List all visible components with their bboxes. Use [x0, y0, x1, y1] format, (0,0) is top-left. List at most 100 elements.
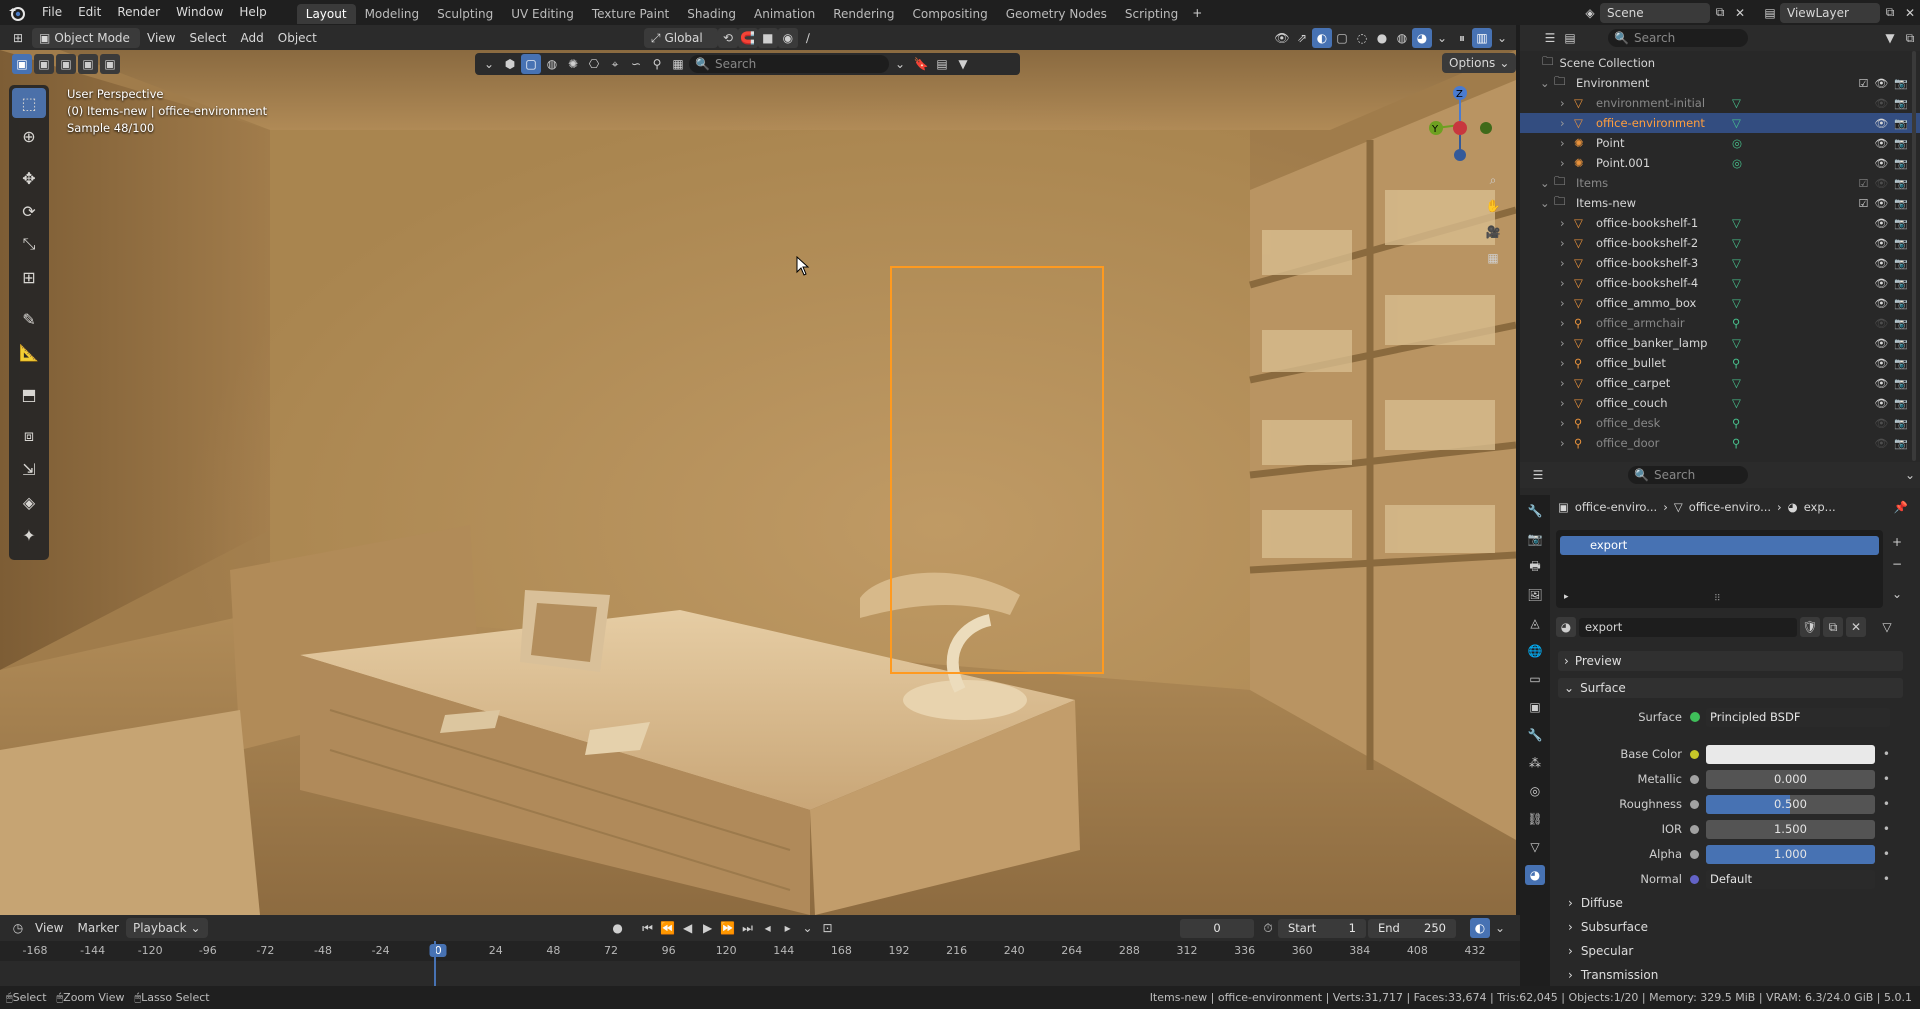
filter-dropdown-icon[interactable]: ⌄: [479, 54, 499, 74]
keying-set-icon[interactable]: ⊡: [818, 918, 838, 938]
mesh-data-icon[interactable]: ▽: [1732, 216, 1741, 230]
new-scene-icon[interactable]: ⧉: [1710, 3, 1730, 23]
hide-eye-icon[interactable]: 👁: [1874, 437, 1888, 450]
falloff-icon[interactable]: ∕: [798, 28, 818, 48]
push-pull-tool-icon[interactable]: ✦: [12, 520, 46, 550]
material-tab-icon[interactable]: ◕: [1525, 865, 1545, 885]
play-icon[interactable]: ▶: [698, 918, 718, 938]
viewport-search-input[interactable]: 🔍 Search: [689, 55, 889, 73]
scene-tab-icon[interactable]: ◬: [1525, 613, 1545, 633]
duplicate-material-icon[interactable]: ⧉: [1823, 617, 1843, 637]
armature-data-icon[interactable]: ⚲: [1732, 416, 1740, 430]
timeline-options-icon[interactable]: ⌄: [1490, 918, 1510, 938]
resize-handle-icon[interactable]: ⠿: [1714, 594, 1721, 604]
diffuse-section[interactable]: › Diffuse: [1568, 893, 1908, 913]
scale-tool-icon[interactable]: ⤡: [12, 229, 46, 259]
keyframe-dot-icon[interactable]: •: [1883, 797, 1890, 811]
new-collection-icon[interactable]: ⧉: [1900, 28, 1920, 48]
transmission-section[interactable]: › Transmission: [1568, 965, 1908, 985]
menu-window[interactable]: Window: [168, 0, 231, 25]
outliner-editor-icon[interactable]: ☰: [1540, 28, 1560, 48]
other-icon[interactable]: ▦: [668, 54, 688, 74]
keyframe-dot-icon[interactable]: •: [1883, 772, 1890, 786]
fake-user-icon[interactable]: 🛡: [1800, 617, 1820, 637]
output-tab-icon[interactable]: 🖶: [1525, 557, 1545, 577]
add-slot-icon[interactable]: +: [1887, 532, 1907, 552]
start-frame-field[interactable]: Start 1: [1278, 918, 1366, 938]
socket-icon[interactable]: [1690, 849, 1699, 859]
select-intersect-icon[interactable]: ▣: [100, 54, 120, 74]
outliner-row[interactable]: › ⚲ office_bullet ⚲ 👁 📷: [1520, 353, 1920, 373]
visibility-icon[interactable]: 👁: [1272, 28, 1292, 48]
remove-slot-icon[interactable]: −: [1887, 554, 1907, 574]
link-type-icon[interactable]: ▽: [1877, 617, 1897, 637]
render-camera-icon[interactable]: 📷: [1894, 157, 1908, 170]
outliner-row[interactable]: › ▽ office_couch ▽ 👁 📷: [1520, 393, 1920, 413]
socket-icon[interactable]: [1690, 749, 1699, 759]
menu-help[interactable]: Help: [231, 0, 274, 25]
render-camera-icon[interactable]: 📷: [1894, 377, 1908, 390]
outliner-row[interactable]: ⌄ 🗀 Items-new ☑ 👁 📷: [1520, 193, 1920, 213]
specular-section[interactable]: › Specular: [1568, 941, 1908, 961]
armature-data-icon[interactable]: ⚲: [1732, 436, 1740, 450]
scale-cage-tool-icon[interactable]: ⧈: [12, 421, 46, 451]
current-frame-field[interactable]: 0: [1180, 918, 1254, 938]
timeline-overlay-icon[interactable]: ◐: [1470, 918, 1490, 938]
preview-range-icon[interactable]: ⏱: [1258, 918, 1278, 938]
expand-chevron-icon[interactable]: ›: [1560, 236, 1574, 250]
pan-hand-icon[interactable]: ✋: [1483, 196, 1503, 216]
menu-select[interactable]: Select: [182, 28, 233, 48]
zoom-icon[interactable]: ⌕: [1483, 170, 1503, 190]
expand-chevron-icon[interactable]: ⌄: [1540, 176, 1554, 190]
hide-eye-icon[interactable]: 👁: [1874, 137, 1888, 150]
annotate-tool-icon[interactable]: ✎: [12, 304, 46, 334]
play-reverse-icon[interactable]: ◀: [678, 918, 698, 938]
expand-chevron-icon[interactable]: ›: [1560, 356, 1574, 370]
snap-target-icon[interactable]: ■: [757, 28, 778, 48]
hide-eye-icon[interactable]: 👁: [1874, 277, 1888, 290]
ior-field[interactable]: 1.500: [1706, 819, 1875, 839]
timeline-editor-icon[interactable]: ◷: [8, 918, 28, 938]
keyframe-dot-icon[interactable]: •: [1883, 822, 1890, 836]
scene-selector[interactable]: Scene: [1600, 2, 1710, 23]
properties-search-input[interactable]: 🔍 Search: [1628, 466, 1748, 484]
ortho-grid-icon[interactable]: ▦: [1483, 248, 1503, 268]
next-keyframe-icon[interactable]: ⏩: [718, 918, 738, 938]
unlink-material-icon[interactable]: ✕: [1846, 617, 1866, 637]
mesh-data-icon[interactable]: ▽: [1732, 396, 1741, 410]
hide-eye-icon[interactable]: 👁: [1874, 237, 1888, 250]
exclude-checkbox-icon[interactable]: ☑: [1858, 177, 1868, 190]
delete-scene-icon[interactable]: ✕: [1730, 3, 1750, 23]
shading-options-icon[interactable]: ⌄: [1432, 28, 1452, 48]
outliner-row[interactable]: › ▽ office_carpet ▽ 👁 📷: [1520, 373, 1920, 393]
render-camera-icon[interactable]: 📷: [1894, 77, 1908, 90]
chevron-down-icon[interactable]: ⌄: [1900, 465, 1920, 485]
overlays-icon[interactable]: ◐: [1312, 28, 1332, 48]
snap-icon[interactable]: 🧲: [737, 28, 758, 48]
timeline-menu-marker[interactable]: Marker: [70, 918, 125, 938]
armature-data-icon[interactable]: ⚲: [1732, 356, 1740, 370]
expand-chevron-icon[interactable]: ›: [1560, 376, 1574, 390]
measure-tool-icon[interactable]: 📐: [12, 337, 46, 367]
expand-chevron-icon[interactable]: ›: [1560, 316, 1574, 330]
expand-chevron-icon[interactable]: ›: [1560, 216, 1574, 230]
tab-uv-editing[interactable]: UV Editing: [502, 4, 583, 24]
sync-icon[interactable]: ⌄: [798, 918, 818, 938]
new-view-layer-icon[interactable]: ⧉: [1880, 3, 1900, 23]
alpha-field[interactable]: 1.000: [1706, 844, 1875, 864]
transform-tool-icon[interactable]: ⊞: [12, 262, 46, 292]
render-camera-icon[interactable]: 📷: [1894, 217, 1908, 230]
breadcrumb-object[interactable]: office-enviro...: [1575, 500, 1657, 514]
expand-chevron-icon[interactable]: ›: [1560, 436, 1574, 450]
tool-tab-icon[interactable]: 🔧: [1525, 501, 1545, 521]
shear-tool-icon[interactable]: ⇲: [12, 454, 46, 484]
hide-eye-icon[interactable]: 👁: [1874, 117, 1888, 130]
expand-chevron-icon[interactable]: ›: [1560, 116, 1574, 130]
exclude-checkbox-icon[interactable]: ☑: [1858, 77, 1868, 90]
hide-eye-icon[interactable]: 👁: [1874, 77, 1888, 90]
render-camera-icon[interactable]: 📷: [1894, 137, 1908, 150]
render-camera-icon[interactable]: 📷: [1894, 97, 1908, 110]
rendered-shading-icon[interactable]: ◕: [1412, 28, 1432, 48]
frame-ruler[interactable]: -168 -144 -120 -96 -72 -48 -24 0 24 48 72 96 120 144 1…: [0, 941, 1520, 961]
solid-shading-icon[interactable]: ●: [1372, 28, 1392, 48]
